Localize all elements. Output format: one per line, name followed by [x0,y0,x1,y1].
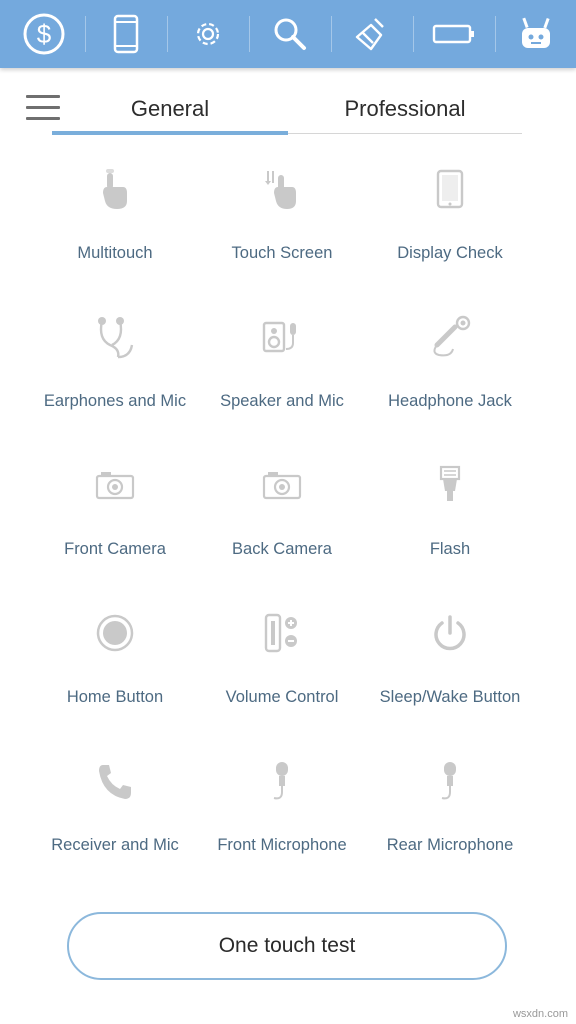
microphone-icon [259,758,305,804]
tab-professional[interactable]: Professional [305,96,505,126]
test-label: Rear Microphone [386,836,514,854]
watermark: wsxdn.com [512,1008,568,1020]
dollar-icon[interactable]: $ [2,0,85,68]
home-button-icon [92,610,138,656]
test-touch-screen[interactable]: Touch Screen [192,166,372,286]
hamburger-menu-icon[interactable] [26,93,62,123]
test-label: Display Check [397,244,503,262]
test-label: Sleep/Wake Button [379,688,521,706]
test-label: Multitouch [77,244,153,262]
test-label: Receiver and Mic [51,836,179,854]
test-rear-microphone[interactable]: Rear Microphone [360,758,540,878]
volume-control-icon [259,610,305,656]
search-icon[interactable] [248,0,331,68]
camera-icon [259,462,305,508]
test-label: Back Camera [232,540,332,558]
test-label: Front Microphone [217,836,347,854]
test-label: Home Button [66,688,164,706]
power-icon [427,610,473,656]
test-back-camera[interactable]: Back Camera [192,462,372,582]
phone-receiver-icon [92,758,138,804]
test-volume-control[interactable]: Volume Control [192,610,372,730]
test-multitouch[interactable]: Multitouch [25,166,205,286]
test-sleep-wake-button[interactable]: Sleep/Wake Button [360,610,540,730]
flash-icon [427,462,473,508]
test-label: Speaker and Mic [220,392,344,410]
speaker-icon [259,314,305,360]
broom-icon[interactable] [330,0,413,68]
test-display-check[interactable]: Display Check [360,166,540,286]
test-flash[interactable]: Flash [360,462,540,582]
test-earphones-and-mic[interactable]: Earphones and Mic [25,314,205,434]
test-front-microphone[interactable]: Front Microphone [192,758,372,878]
test-label: Earphones and Mic [43,392,187,410]
settings-icon[interactable] [166,0,249,68]
test-headphone-jack[interactable]: Headphone Jack [360,314,540,434]
earphones-icon [92,314,138,360]
top-toolbar: $ [0,0,576,68]
test-receiver-and-mic[interactable]: Receiver and Mic [25,758,205,878]
test-label: Touch Screen [231,244,333,262]
display-icon [427,166,473,212]
test-speaker-and-mic[interactable]: Speaker and Mic [192,314,372,434]
test-label: Flash [429,540,471,558]
test-home-button[interactable]: Home Button [25,610,205,730]
finger-swipe-icon [259,166,305,212]
phone-icon[interactable] [84,0,167,68]
microphone-icon [427,758,473,804]
svg-text:$: $ [36,19,51,49]
battery-icon[interactable] [412,0,495,68]
test-label: Headphone Jack [388,392,512,410]
camera-icon [92,462,138,508]
robot-icon[interactable] [494,0,576,68]
tab-general[interactable]: General [80,96,260,126]
finger-tap-icon [92,166,138,212]
test-label: Front Camera [64,540,166,558]
headphone-jack-icon [427,314,473,360]
one-touch-test-button[interactable]: One touch test [67,912,507,980]
test-front-camera[interactable]: Front Camera [25,462,205,582]
test-label: Volume Control [225,688,339,706]
tab-active-indicator [52,131,288,135]
